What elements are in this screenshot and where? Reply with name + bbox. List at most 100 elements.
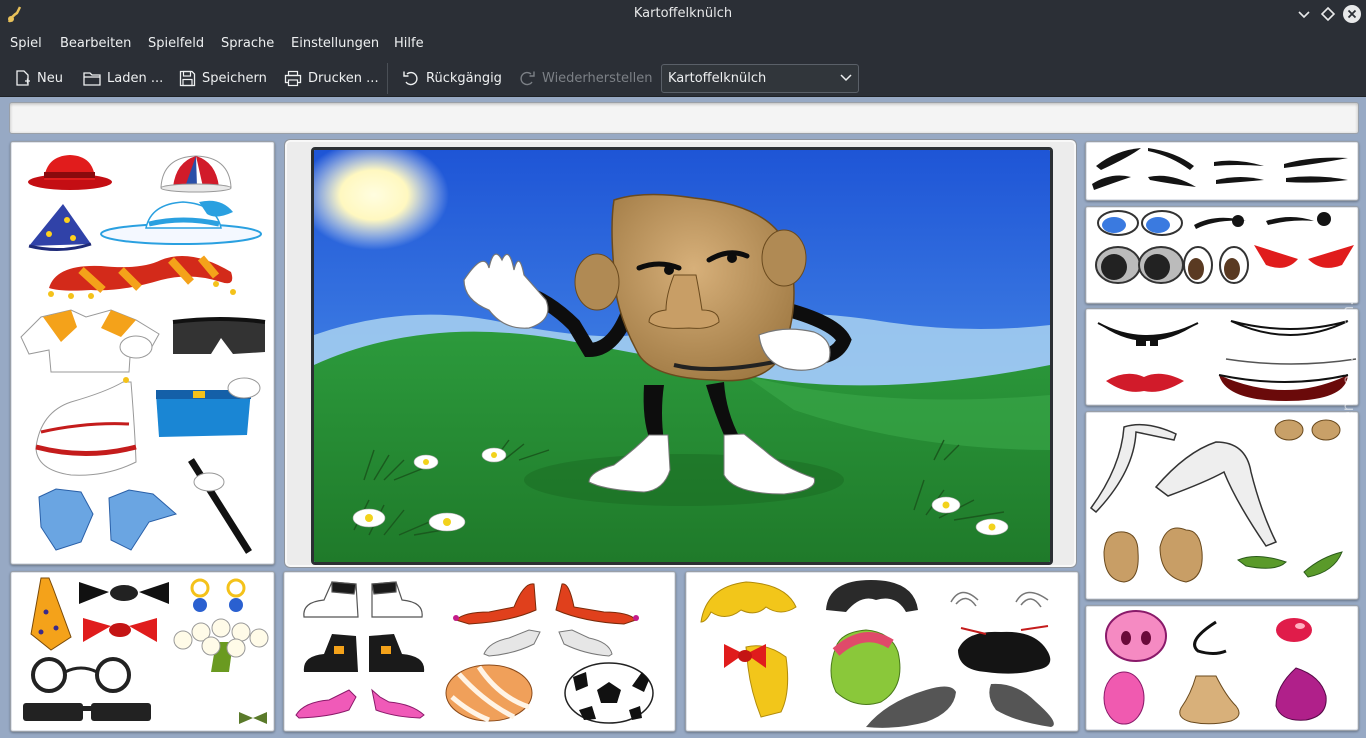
red-ball-nose[interactable] xyxy=(1276,618,1312,642)
window-title: Kartoffelknülch xyxy=(633,6,733,21)
striped-cap[interactable] xyxy=(160,155,232,193)
playground-canvas[interactable] xyxy=(311,147,1053,565)
menu-spielfeld[interactable]: Spielfeld xyxy=(148,36,204,51)
menu-bearbeiten[interactable]: Bearbeiten xyxy=(60,36,131,51)
small-ears[interactable] xyxy=(1274,419,1341,441)
toolbar-separator xyxy=(387,63,388,94)
new-button[interactable]: Neu xyxy=(14,67,63,89)
maximize-icon[interactable] xyxy=(1318,4,1338,24)
line-nose[interactable] xyxy=(1193,620,1227,655)
black-bob-hair[interactable] xyxy=(826,580,918,612)
print-button[interactable]: Drucken ... xyxy=(284,67,379,89)
watermark: screenshots.debian.net xyxy=(1333,245,1363,495)
human-nose[interactable] xyxy=(1179,675,1240,725)
undo-icon xyxy=(403,71,418,85)
mouths-palette xyxy=(1085,308,1359,406)
eyebrows[interactable] xyxy=(1092,148,1348,190)
blue-eyes[interactable] xyxy=(1097,210,1183,236)
hair-palette xyxy=(685,571,1079,732)
grey-hair-small[interactable] xyxy=(950,591,1049,608)
orange-tie[interactable] xyxy=(30,577,72,651)
blue-skirt[interactable] xyxy=(156,377,261,437)
playground-frame xyxy=(284,139,1077,568)
eyebrows-palette xyxy=(1085,141,1359,201)
purple-nose[interactable] xyxy=(1275,667,1327,721)
playground-select[interactable]: Kartoffelknülch xyxy=(661,64,859,93)
save-label: Speichern xyxy=(202,70,267,86)
pink-nose[interactable] xyxy=(1103,671,1145,725)
playground-select-value: Kartoffelknülch xyxy=(668,71,767,86)
white-shirt[interactable] xyxy=(20,309,160,373)
jester-shoes[interactable] xyxy=(453,583,639,625)
toolbar: Neu Laden ... Speichern Drucken ... Rück… xyxy=(0,59,1366,97)
walking-cane[interactable] xyxy=(188,458,252,554)
menu-hilfe[interactable]: Hilfe xyxy=(394,36,424,51)
new-document-icon xyxy=(16,69,30,86)
clothing-palette xyxy=(10,141,275,565)
description-field xyxy=(9,102,1359,134)
white-dress[interactable] xyxy=(35,377,137,476)
new-label: Neu xyxy=(37,70,63,86)
sleepy-eyes[interactable] xyxy=(1194,212,1331,229)
round-glasses[interactable] xyxy=(31,657,131,693)
close-icon[interactable] xyxy=(1342,4,1362,24)
jester-collar[interactable] xyxy=(48,255,236,299)
red-lips[interactable] xyxy=(1106,373,1184,392)
save-button[interactable]: Speichern xyxy=(179,67,267,89)
title-bar: Kartoffelknülch xyxy=(0,0,1366,29)
menu-einstellungen[interactable]: Einstellungen xyxy=(291,36,379,51)
soccer-ball[interactable] xyxy=(564,662,654,724)
undo-label: Rückgängig xyxy=(426,70,502,86)
menu-sprache[interactable]: Sprache xyxy=(221,36,274,51)
sunglasses[interactable] xyxy=(23,703,151,721)
print-icon xyxy=(284,70,302,86)
chevron-down-icon xyxy=(840,74,852,82)
pig-nose[interactable] xyxy=(1105,610,1167,662)
menu-spiel[interactable]: Spiel xyxy=(10,36,42,51)
print-label: Drucken ... xyxy=(308,70,379,86)
folder-icon xyxy=(83,71,101,86)
black-bowtie[interactable] xyxy=(79,582,169,604)
earrings[interactable] xyxy=(190,578,246,612)
wizard-hat[interactable] xyxy=(28,204,92,251)
brown-eyes[interactable] xyxy=(1183,246,1249,284)
redo-label: Wiederherstellen xyxy=(542,70,653,86)
open-mouth[interactable] xyxy=(1218,374,1349,401)
big-grey-eyes[interactable] xyxy=(1095,246,1184,284)
ears-palette xyxy=(1085,411,1359,600)
toothy-mouth[interactable] xyxy=(1097,322,1199,346)
minimize-icon[interactable] xyxy=(1294,4,1314,24)
save-icon xyxy=(179,70,196,86)
curly-black-hair[interactable] xyxy=(958,625,1051,674)
menu-bar: Spiel Bearbeiten Spielfeld Sprache Einst… xyxy=(0,29,1366,59)
green-hood[interactable] xyxy=(830,629,901,705)
blonde-hair[interactable] xyxy=(700,581,797,623)
red-bowtie[interactable] xyxy=(83,618,157,642)
noses-palette xyxy=(1085,605,1359,731)
accessories-palette xyxy=(10,571,275,732)
green-bowtie-small[interactable] xyxy=(239,712,267,724)
eyes-palette xyxy=(1085,206,1359,304)
open-button[interactable]: Laden ... xyxy=(83,67,163,89)
striped-ball[interactable] xyxy=(445,664,533,723)
grey-arm-1[interactable] xyxy=(1089,423,1177,514)
big-ears[interactable] xyxy=(1103,527,1203,583)
blue-gloves[interactable] xyxy=(38,488,178,551)
redo-icon xyxy=(520,71,535,85)
flower-bouquet[interactable] xyxy=(173,618,269,672)
black-boots[interactable] xyxy=(303,634,425,672)
watermark-text: screenshots.debian.net xyxy=(1339,276,1357,452)
undo-button[interactable]: Rückgängig xyxy=(402,67,502,89)
open-label: Laden ... xyxy=(107,70,164,86)
shoes-palette xyxy=(283,571,676,732)
silver-shoes[interactable] xyxy=(483,629,613,657)
black-shorts[interactable] xyxy=(172,317,266,354)
red-hat[interactable] xyxy=(28,155,112,190)
grey-mustache-2[interactable] xyxy=(989,683,1054,727)
redo-button[interactable]: Wiederherstellen xyxy=(518,67,652,89)
white-shoes[interactable] xyxy=(303,581,423,618)
sun-hat[interactable] xyxy=(100,200,262,245)
blonde-ponytail[interactable] xyxy=(724,644,789,718)
green-elf-ears[interactable] xyxy=(1237,551,1343,578)
pink-shoes[interactable] xyxy=(295,688,425,719)
